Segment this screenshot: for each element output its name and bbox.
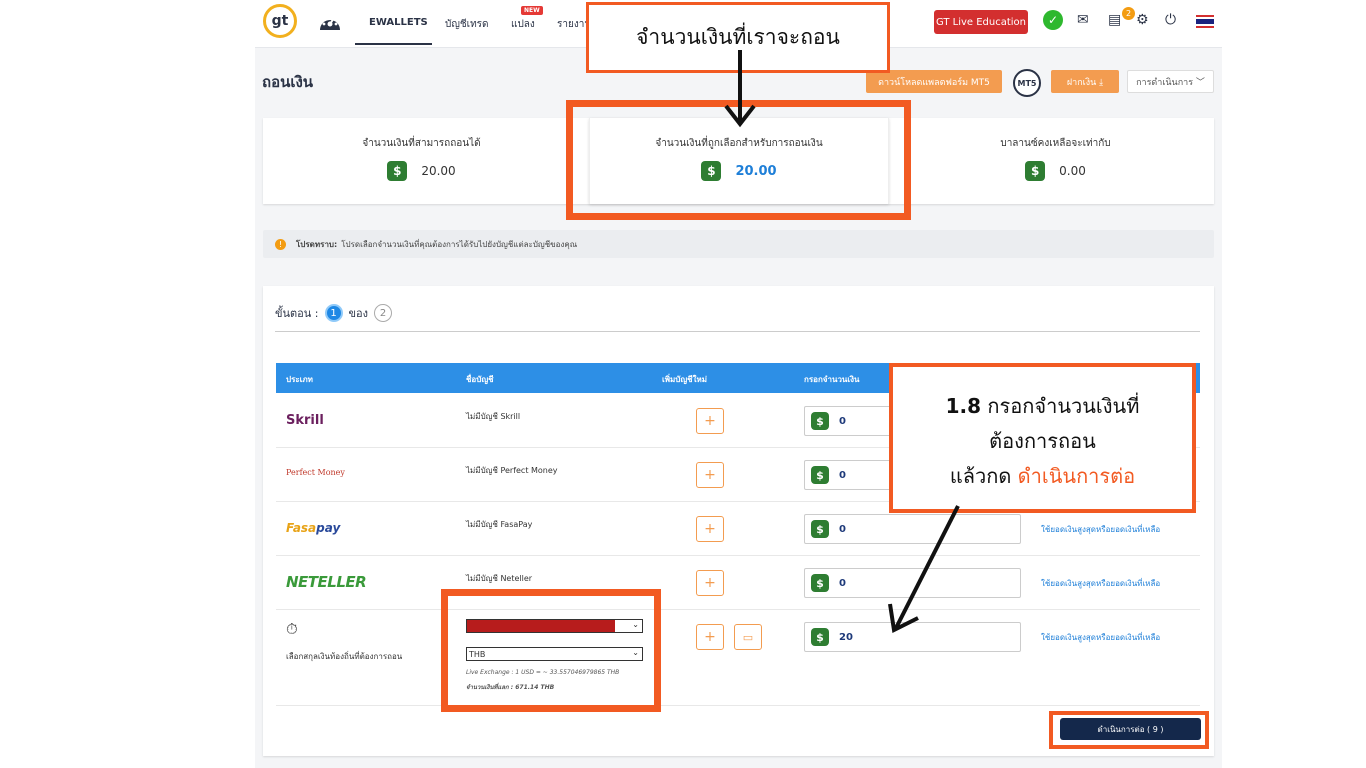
- notification-count-badge: 2: [1122, 7, 1135, 20]
- gt-logo[interactable]: gt: [263, 4, 297, 38]
- power-icon[interactable]: ⏻: [1165, 12, 1176, 28]
- gear-icon[interactable]: ⚙: [1136, 12, 1149, 28]
- col-add-account: เพิ่มบัญชีใหม่: [662, 375, 708, 384]
- available-value: 20.00: [421, 164, 456, 178]
- live-education-button[interactable]: GT Live Education: [934, 10, 1028, 34]
- col-amount: กรอกจำนวนเงิน: [804, 375, 860, 384]
- dashboard-icon[interactable]: [318, 12, 342, 32]
- account-name: ไม่มีบัญชี Neteller: [466, 574, 533, 583]
- dollar-icon: $: [811, 628, 829, 646]
- highlight-local-currency: [441, 589, 661, 712]
- document-icon[interactable]: ▤: [1108, 12, 1121, 28]
- total-steps: 2: [374, 304, 393, 322]
- step-line3b: ดำเนินการต่อ: [1017, 464, 1136, 488]
- available-label: จำนวนเงินที่สามารถถอนได้: [362, 138, 481, 149]
- dollar-icon: $: [1025, 161, 1046, 181]
- step-line3a: แล้วกด: [949, 464, 1012, 488]
- dollar-icon: $: [811, 520, 829, 538]
- neteller-logo: NETELLER: [286, 573, 367, 591]
- thai-flag-icon[interactable]: [1196, 15, 1214, 28]
- nav-active-underline: [355, 43, 432, 45]
- verified-check-icon[interactable]: ✓: [1043, 10, 1063, 30]
- steps-of: ของ: [348, 307, 369, 320]
- use-max-link[interactable]: ใช้ยอดเงินสูงสุดหรือยอดเงินที่เหลือ: [1041, 631, 1160, 644]
- fasapay-logo: Fasapay: [286, 521, 341, 535]
- current-step: 1: [324, 304, 343, 322]
- available-amount: จำนวนเงินที่สามารถถอนได้ $20.00: [263, 118, 580, 204]
- remaining-balance: บาลานซ์คงเหลือจะเท่ากับ $0.00: [897, 118, 1214, 204]
- actions-dropdown[interactable]: การดำเนินการ ﹀: [1127, 70, 1214, 93]
- page-title: ถอนเงิน: [262, 73, 314, 91]
- nav-trading-accounts[interactable]: บัญชีเทรด: [445, 17, 489, 32]
- mt5-badge[interactable]: MT5: [1013, 69, 1041, 97]
- arrow-diagonal-icon: [888, 505, 960, 634]
- add-account-button[interactable]: +: [696, 570, 724, 596]
- notice-text: โปรดเลือกจำนวนเงินที่คุณต้องการได้รับไปย…: [341, 239, 578, 249]
- mail-icon[interactable]: ✉: [1077, 12, 1089, 28]
- account-name: ไม่มีบัญชี Perfect Money: [466, 466, 558, 475]
- new-badge: NEW: [521, 6, 543, 15]
- nav-ewallets[interactable]: EWALLETS: [369, 17, 428, 28]
- stopwatch-icon: ⏱: [286, 620, 298, 638]
- notice-bold: โปรดทราบ:: [296, 239, 338, 249]
- perfect-money-logo: Perfect Money: [286, 468, 345, 477]
- arrow-down-icon: [724, 50, 756, 128]
- dollar-icon: $: [811, 466, 829, 484]
- table-row-local-currency: ⏱ เลือกสกุลเงินท้องถิ่นที่ต้องการถอน ⌄ T…: [276, 610, 1200, 706]
- deposit-button[interactable]: ฝากเงิน ⤓: [1051, 70, 1119, 93]
- use-max-link[interactable]: ใช้ยอดเงินสูงสุดหรือยอดเงินที่เหลือ: [1041, 523, 1160, 536]
- steps-label: ขั้นตอน :: [275, 307, 319, 320]
- notice-bar: ! โปรดทราบ: โปรดเลือกจำนวนเงินที่คุณต้อง…: [263, 230, 1214, 258]
- col-type: ประเภท: [286, 375, 313, 384]
- dollar-icon: $: [811, 574, 829, 592]
- balance-label: บาลานซ์คงเหลือจะเท่ากับ: [1000, 138, 1111, 149]
- account-name: ไม่มีบัญชี Skrill: [466, 412, 521, 421]
- add-account-button[interactable]: +: [696, 624, 724, 650]
- local-currency-label: เลือกสกุลเงินท้องถิ่นที่ต้องการถอน: [286, 652, 403, 661]
- wallet-icon[interactable]: ▭: [734, 624, 762, 650]
- nav-convert[interactable]: แปลง: [511, 17, 535, 32]
- step-indicator: ขั้นตอน : 1 ของ 2: [275, 304, 398, 322]
- balance-value: 0.00: [1059, 164, 1086, 178]
- step-line2: ต้องการถอน: [989, 429, 1096, 453]
- step-number: 1.8: [945, 394, 982, 418]
- download-mt5-button[interactable]: ดาวน์โหลดแพลตฟอร์ม MT5: [866, 70, 1002, 93]
- annotation-step-box: 1.8 กรอกจำนวนเงินที่ ต้องการถอน แล้วกด ด…: [889, 363, 1196, 513]
- highlight-continue-button: [1049, 711, 1209, 749]
- withdraw-form-panel: ขั้นตอน : 1 ของ 2 ประเภท ชื่อบัญชี เพิ่ม…: [263, 286, 1214, 756]
- use-max-link[interactable]: ใช้ยอดเงินสูงสุดหรือยอดเงินที่เหลือ: [1041, 577, 1160, 590]
- dollar-icon: $: [387, 161, 408, 181]
- add-account-button[interactable]: +: [696, 408, 724, 434]
- col-account-name: ชื่อบัญชี: [466, 375, 494, 384]
- skrill-logo: Skrill: [286, 413, 324, 428]
- add-account-button[interactable]: +: [696, 462, 724, 488]
- dollar-icon: $: [811, 412, 829, 430]
- divider: [275, 331, 1200, 332]
- account-name: ไม่มีบัญชี FasaPay: [466, 520, 533, 529]
- info-icon: !: [275, 238, 286, 250]
- step-line1: กรอกจำนวนเงินที่: [987, 394, 1140, 418]
- table-row-neteller: NETELLER ไม่มีบัญชี Neteller + $0 ใช้ยอด…: [276, 556, 1200, 610]
- add-account-button[interactable]: +: [696, 516, 724, 542]
